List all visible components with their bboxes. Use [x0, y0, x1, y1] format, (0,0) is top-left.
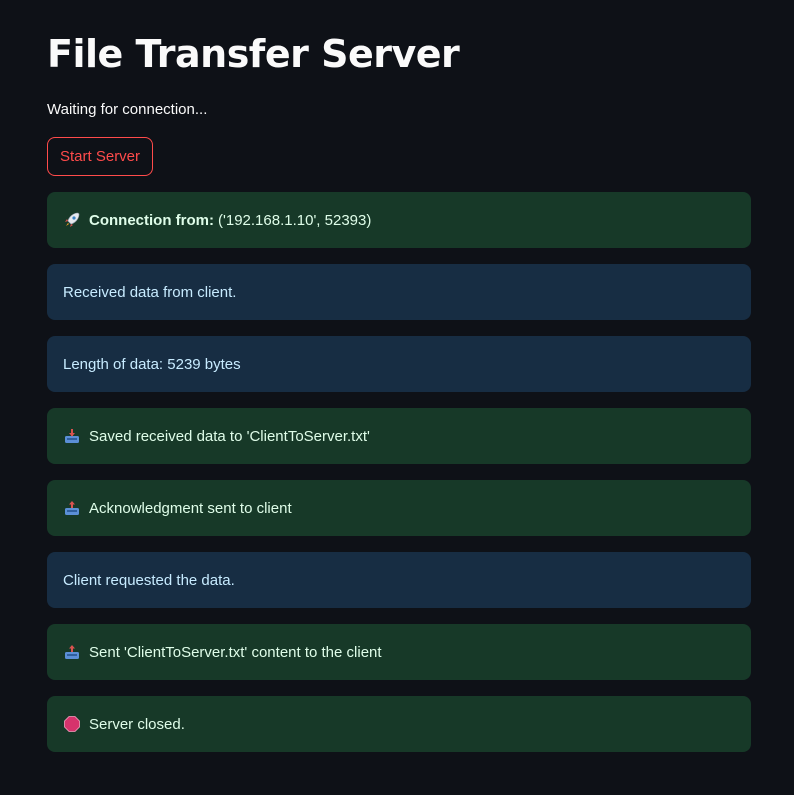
outbox-tray-icon	[63, 643, 81, 661]
alert-text: Acknowledgment sent to client	[89, 499, 292, 517]
alert-text: Length of data: 5239 bytes	[63, 355, 241, 373]
alert-text: Sent 'ClientToServer.txt' content to the…	[89, 643, 382, 661]
alert-text: Client requested the data.	[63, 571, 235, 589]
alert-text: Saved received data to 'ClientToServer.t…	[89, 427, 370, 445]
stop-sign-icon	[63, 715, 81, 733]
page-title: File Transfer Server	[47, 32, 460, 76]
alert-text: Received data from client.	[63, 283, 237, 301]
connection-status: Waiting for connection...	[47, 101, 208, 118]
alert-connection: Connection from: ('192.168.1.10', 52393)	[47, 192, 751, 248]
alert-ack: Acknowledgment sent to client	[47, 480, 751, 536]
alert-sent: Sent 'ClientToServer.txt' content to the…	[47, 624, 751, 680]
alert-received: Received data from client.	[47, 264, 751, 320]
rocket-icon	[63, 211, 81, 229]
message-list: Connection from: ('192.168.1.10', 52393)…	[47, 192, 751, 768]
connection-label: Connection from:	[89, 211, 214, 229]
outbox-tray-icon	[63, 499, 81, 517]
alert-text: Server closed.	[89, 715, 185, 733]
alert-length: Length of data: 5239 bytes	[47, 336, 751, 392]
connection-address: ('192.168.1.10', 52393)	[218, 211, 372, 229]
alert-request: Client requested the data.	[47, 552, 751, 608]
alert-closed: Server closed.	[47, 696, 751, 752]
inbox-tray-icon	[63, 427, 81, 445]
alert-saved: Saved received data to 'ClientToServer.t…	[47, 408, 751, 464]
start-server-button[interactable]: Start Server	[47, 137, 154, 176]
